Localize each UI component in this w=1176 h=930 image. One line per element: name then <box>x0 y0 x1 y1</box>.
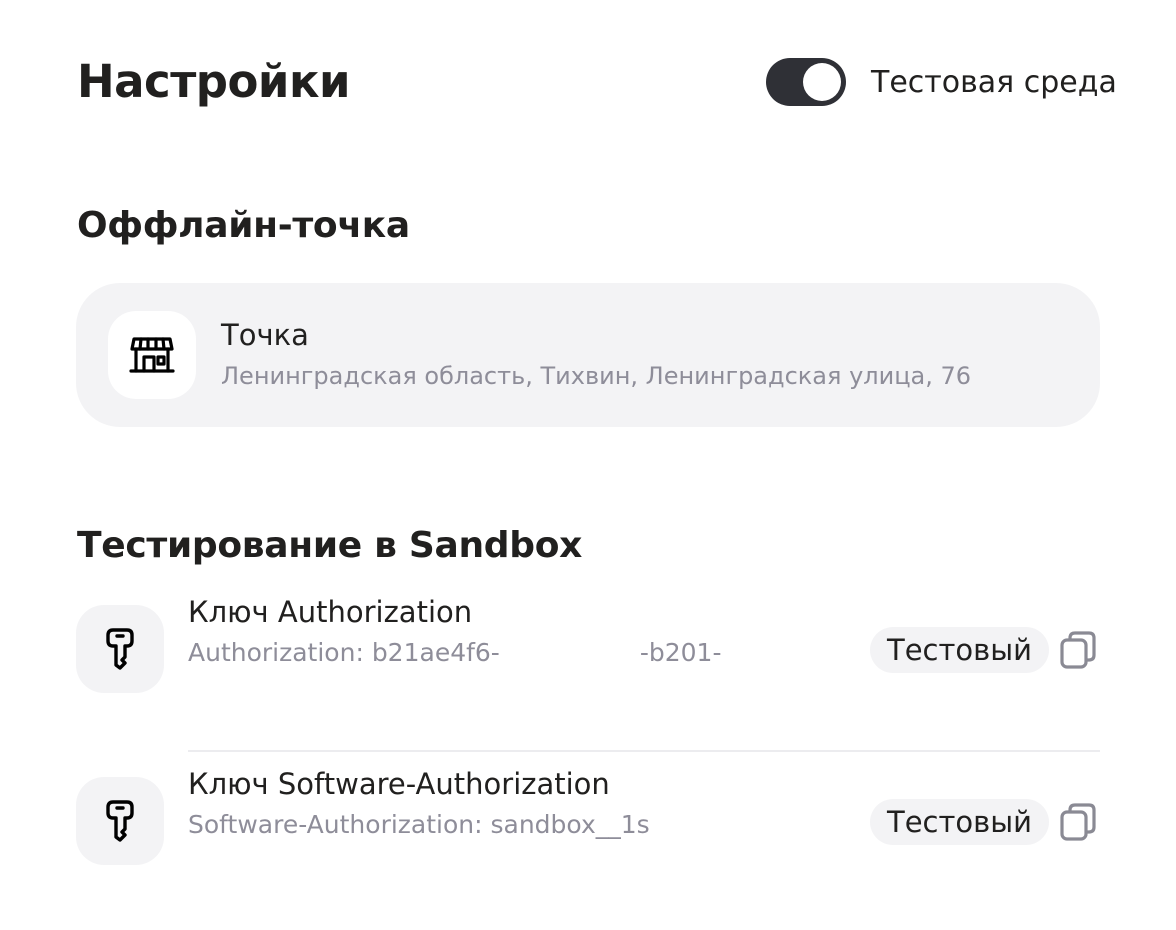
software-authorization-key-value[interactable]: Software-Authorization: sandbox__1s <box>188 808 650 842</box>
copy-icon <box>1060 631 1096 669</box>
toggle-knob <box>803 63 841 101</box>
test-environment-toggle[interactable]: Тестовая среда <box>766 58 1117 106</box>
toggle-switch[interactable] <box>766 58 846 106</box>
software-authorization-key-title: Ключ Software-Authorization <box>188 767 610 801</box>
key-icon <box>76 777 164 865</box>
store-icon <box>108 311 196 399</box>
software-authorization-key-row: Ключ Software-Authorization Software-Aut… <box>76 767 1100 866</box>
copy-authorization-button[interactable] <box>1056 628 1100 672</box>
divider <box>188 750 1100 752</box>
copy-software-authorization-button[interactable] <box>1056 800 1100 844</box>
offline-point-card[interactable]: Точка Ленинградская область, Тихвин, Лен… <box>76 283 1100 427</box>
test-badge: Тестовый <box>870 799 1049 845</box>
authorization-key-value-end: -b201- <box>639 638 722 667</box>
copy-icon <box>1060 803 1096 841</box>
authorization-key-title: Ключ Authorization <box>188 595 473 629</box>
key-icon <box>76 605 164 693</box>
page-title: Настройки <box>77 55 351 108</box>
authorization-key-row: Ключ Authorization Authorization: b21ae4… <box>76 595 1100 694</box>
toggle-label: Тестовая среда <box>871 64 1117 100</box>
authorization-key-value-start: Authorization: b21ae4f6- <box>188 638 500 667</box>
point-name: Точка <box>221 318 309 352</box>
offline-point-heading: Оффлайн-точка <box>77 205 410 246</box>
authorization-key-value[interactable]: Authorization: b21ae4f6- -b201- <box>188 636 721 670</box>
test-badge: Тестовый <box>870 627 1049 673</box>
sandbox-heading: Тестирование в Sandbox <box>77 525 583 566</box>
point-address: Ленинградская область, Тихвин, Ленинград… <box>221 362 972 390</box>
